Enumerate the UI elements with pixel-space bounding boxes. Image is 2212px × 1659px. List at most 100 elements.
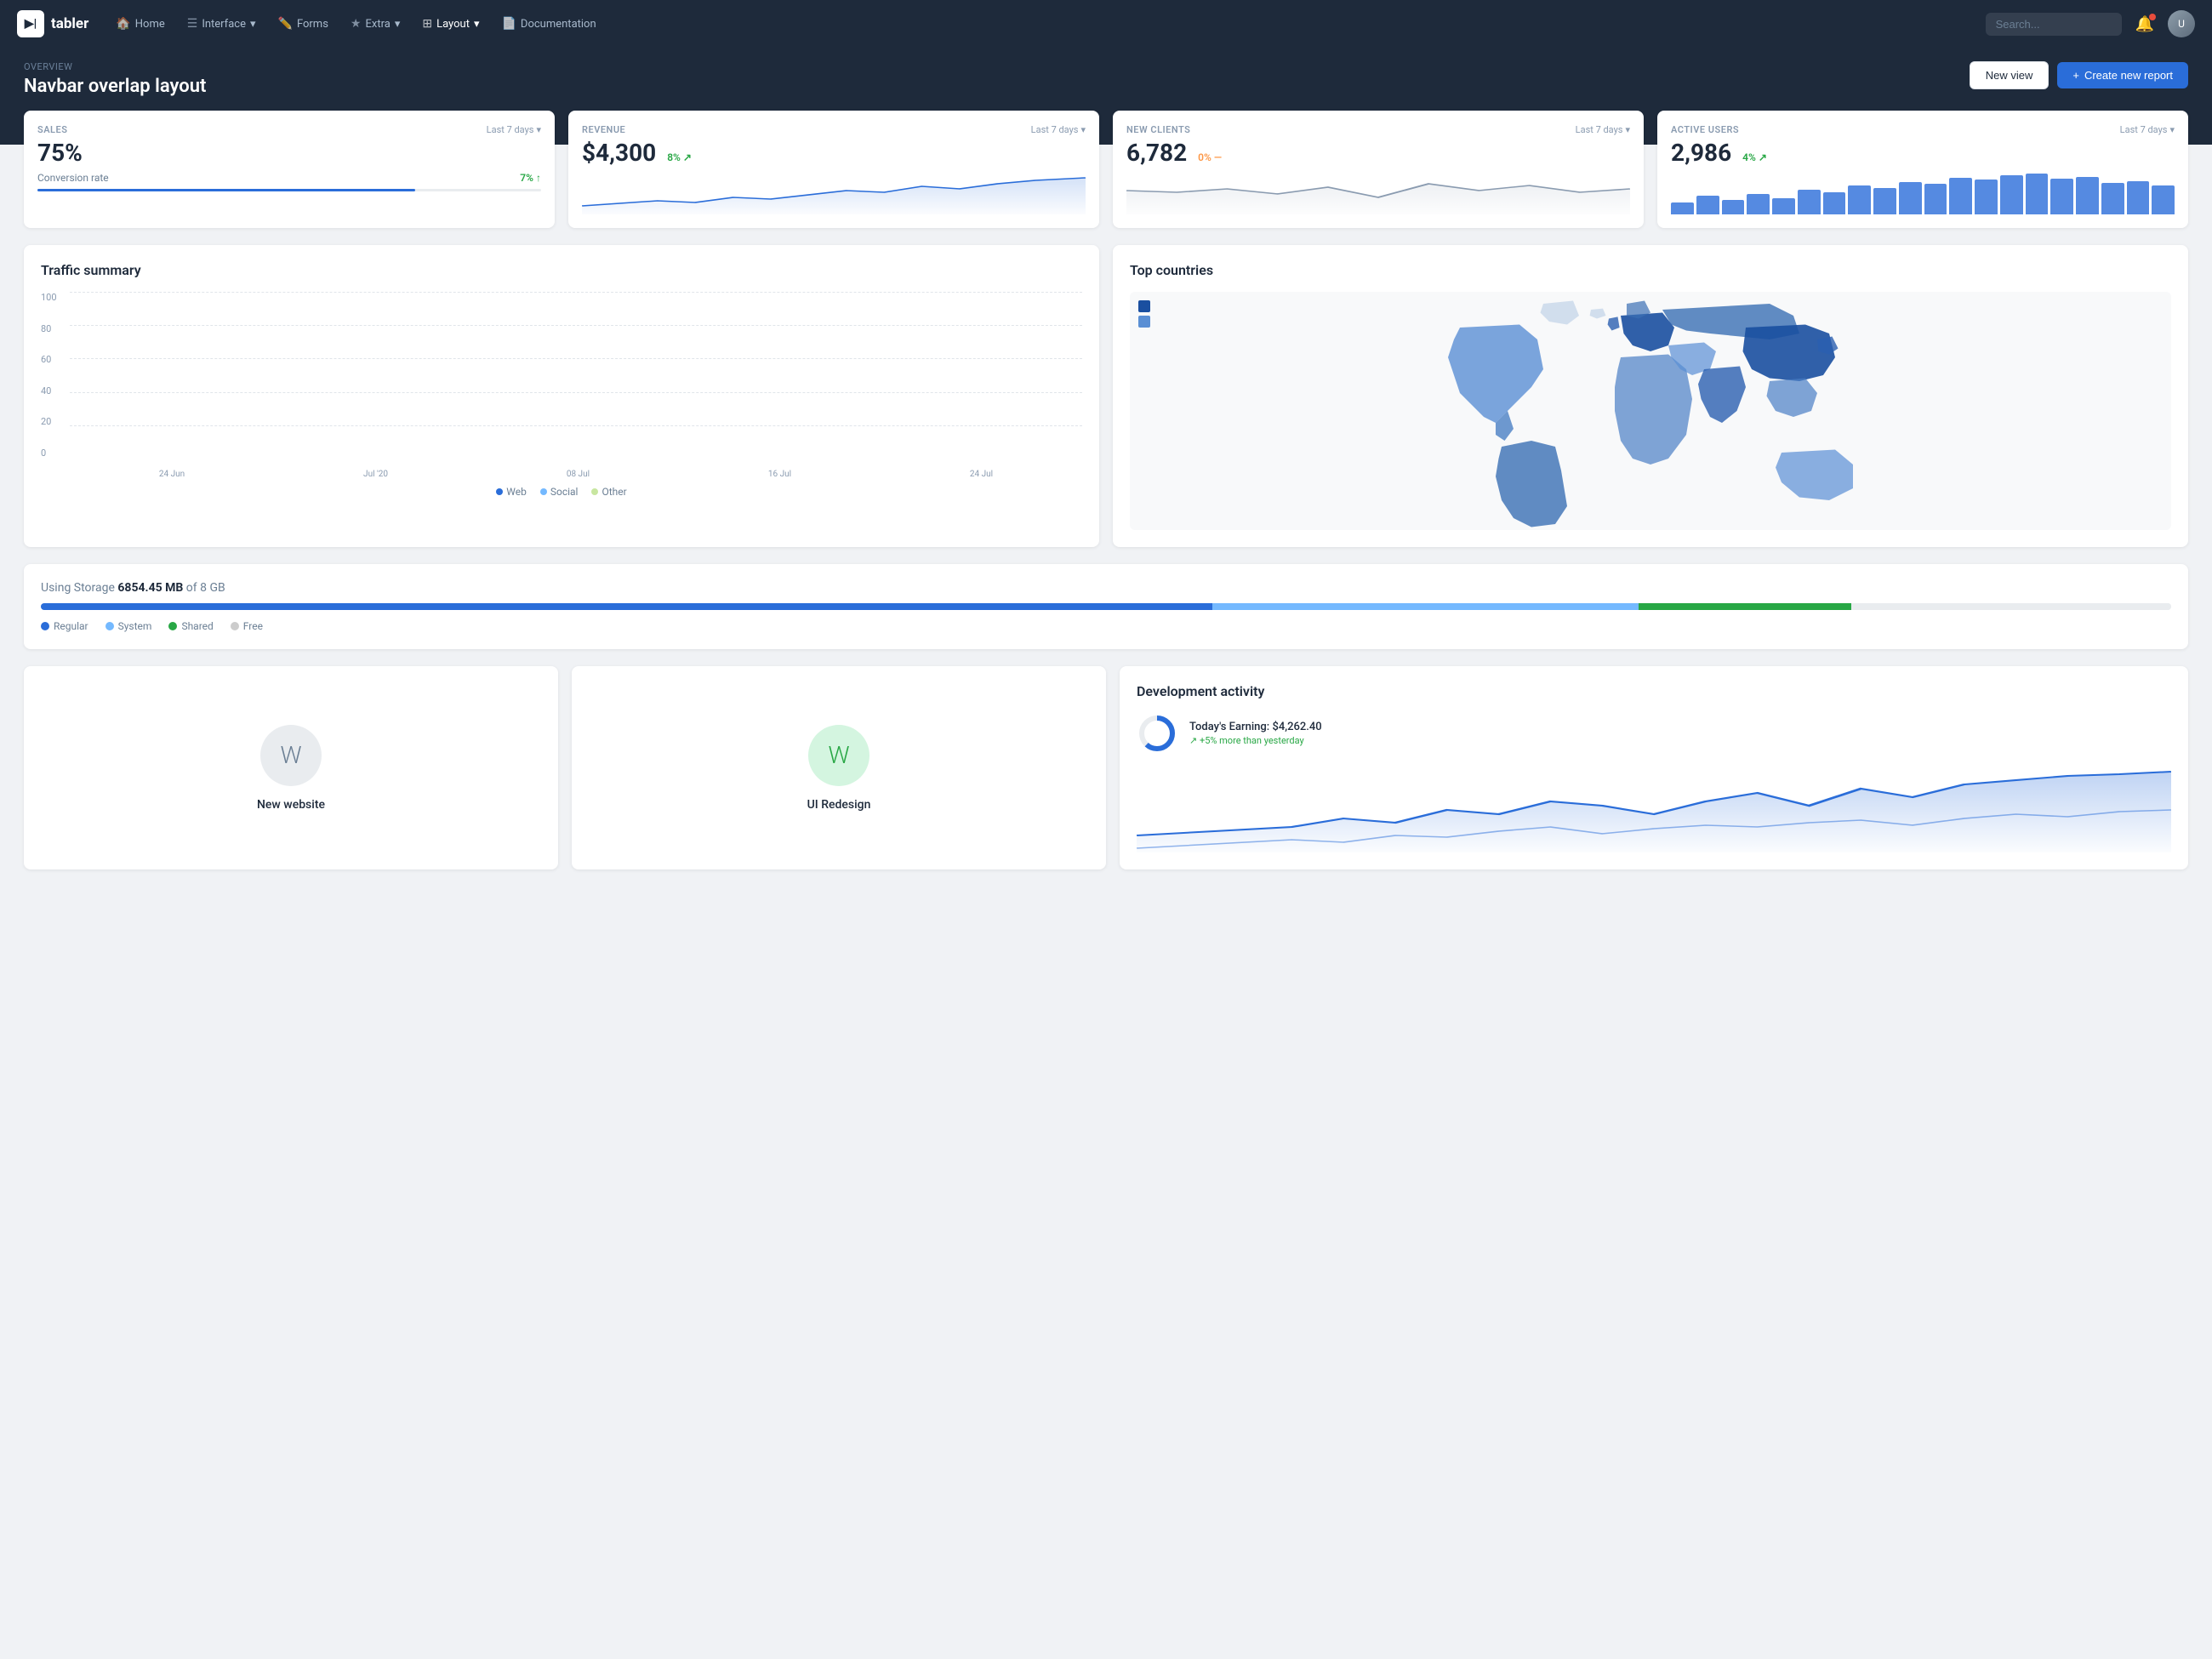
storage-free [1851, 603, 2171, 610]
user-avatar[interactable]: U [2168, 10, 2195, 37]
new-clients-card: NEW CLIENTS Last 7 days ▾ 6,782 0% — [1113, 111, 1644, 228]
legend-free: Free [231, 620, 263, 632]
forms-icon: ✏️ [278, 17, 293, 31]
users-bar-sparkline [1671, 174, 2175, 214]
project-avatar-2: W [808, 725, 869, 786]
bottom-row: W New website W UI Redesign Development … [24, 666, 2188, 869]
storage-used: 6854.45 MB [117, 581, 183, 595]
nav-home[interactable]: 🏠 Home [105, 12, 174, 36]
users-value: 2,986 4% ↗ [1671, 139, 2175, 167]
brand[interactable]: ▶| tabler [17, 10, 88, 37]
new-view-button[interactable]: New view [1970, 61, 2050, 89]
sales-progress-fill [37, 189, 415, 191]
nav-extra[interactable]: ★ Extra ▾ [340, 12, 410, 36]
users-period[interactable]: Last 7 days ▾ [2120, 124, 2175, 135]
nav-forms[interactable]: ✏️ Forms [268, 12, 339, 36]
legend-social: Social [540, 486, 579, 498]
chevron-down-icon: ▾ [395, 18, 401, 31]
storage-legend: Regular System Shared Free [41, 620, 2171, 632]
bar [1899, 182, 1922, 214]
sales-card: SALES Last 7 days ▾ 75% Conversion rate … [24, 111, 555, 228]
sales-progress [37, 189, 541, 191]
revenue-sparkline [582, 174, 1086, 214]
bar [2127, 181, 2150, 214]
chevron-down-icon: ▾ [474, 18, 480, 31]
notification-bell[interactable]: 🔔 [2129, 12, 2161, 37]
dev-activity-card: Development activity Today's Earning: $4… [1120, 666, 2188, 869]
revenue-period[interactable]: Last 7 days ▾ [1031, 124, 1086, 135]
bar [2076, 177, 2099, 214]
bars-container [70, 292, 1082, 459]
system-dot [105, 622, 114, 630]
nav-documentation[interactable]: 📄 Documentation [491, 12, 606, 36]
brand-name: tabler [51, 15, 88, 32]
map-svg [1130, 292, 2171, 530]
legend-other: Other [591, 486, 626, 498]
arrow-up-icon: ↑ [536, 172, 541, 184]
sales-sub-value: 7% ↑ [520, 172, 541, 184]
dev-chart [1137, 767, 2171, 852]
nav-interface[interactable]: ☰ Interface ▾ [177, 12, 266, 36]
legend-shared: Shared [168, 620, 213, 632]
legend-web: Web [496, 486, 527, 498]
bar [1696, 196, 1719, 214]
avatar-placeholder: U [2168, 10, 2195, 37]
shared-dot [168, 622, 177, 630]
nav-layout[interactable]: ⊞ Layout ▾ [412, 12, 489, 36]
sales-label: SALES [37, 124, 67, 135]
clients-value: 6,782 0% — [1126, 139, 1630, 167]
sales-value: 75% [37, 139, 541, 167]
bar [2026, 174, 2049, 214]
bar [1975, 180, 1998, 214]
storage-info: Using Storage 6854.45 MB of 8 GB [41, 581, 2171, 595]
users-badge: 4% ↗ [1742, 151, 1767, 163]
chevron-down-icon: ▾ [2169, 124, 2175, 135]
interface-icon: ☰ [187, 17, 198, 31]
bar [2101, 183, 2124, 214]
clients-period[interactable]: Last 7 days ▾ [1576, 124, 1630, 135]
bar [1671, 202, 1694, 214]
bar [1823, 192, 1846, 214]
clients-badge: 0% — [1198, 151, 1222, 163]
donut-chart [1137, 713, 1177, 754]
legend-system: System [105, 620, 152, 632]
search-input[interactable] [1986, 13, 2122, 36]
storage-shared [1639, 603, 1851, 610]
storage-system [1212, 603, 1639, 610]
bar [1949, 178, 1972, 214]
project-card-2: W UI Redesign [572, 666, 1106, 869]
header-left: OVERVIEW Navbar overlap layout [24, 61, 206, 97]
revenue-badge: 8% ↗ [667, 151, 692, 163]
active-users-card: ACTIVE USERS Last 7 days ▾ 2,986 4% ↗ [1657, 111, 2188, 228]
traffic-chart: 100 80 60 40 20 0 [41, 292, 1082, 479]
extra-icon: ★ [351, 17, 362, 31]
brand-icon: ▶| [17, 10, 44, 37]
project-name-1: New website [257, 798, 325, 812]
arrow-icon: ↗ [683, 151, 692, 163]
project-card-1: W New website [24, 666, 558, 869]
bar [1722, 200, 1745, 214]
map-legend-high [1138, 300, 1150, 312]
bar [1747, 194, 1770, 214]
create-report-button[interactable]: + Create new report [2057, 62, 2188, 88]
bar [1772, 198, 1795, 214]
breadcrumb: OVERVIEW [24, 61, 206, 72]
world-map [1130, 292, 2171, 530]
arrow-up-icon: ↗ [1189, 735, 1197, 746]
chart-bars [70, 292, 1082, 459]
bar [2050, 179, 2073, 214]
bar [1848, 185, 1871, 214]
page-title: Navbar overlap layout [24, 76, 206, 97]
notification-dot [2149, 14, 2156, 20]
sales-period[interactable]: Last 7 days ▾ [487, 124, 541, 135]
storage-bar [41, 603, 2171, 610]
dev-title: Development activity [1137, 683, 2171, 699]
bar [1873, 188, 1896, 214]
project-avatar-1: W [260, 725, 322, 786]
legend-regular: Regular [41, 620, 88, 632]
earning-sub: ↗ +5% more than yesterday [1189, 735, 1322, 746]
plus-icon: + [2072, 69, 2079, 82]
dev-info: Today's Earning: $4,262.40 ↗ +5% more th… [1189, 721, 1322, 746]
chevron-down-icon: ▾ [1625, 124, 1630, 135]
chevron-down-icon: ▾ [1080, 124, 1086, 135]
